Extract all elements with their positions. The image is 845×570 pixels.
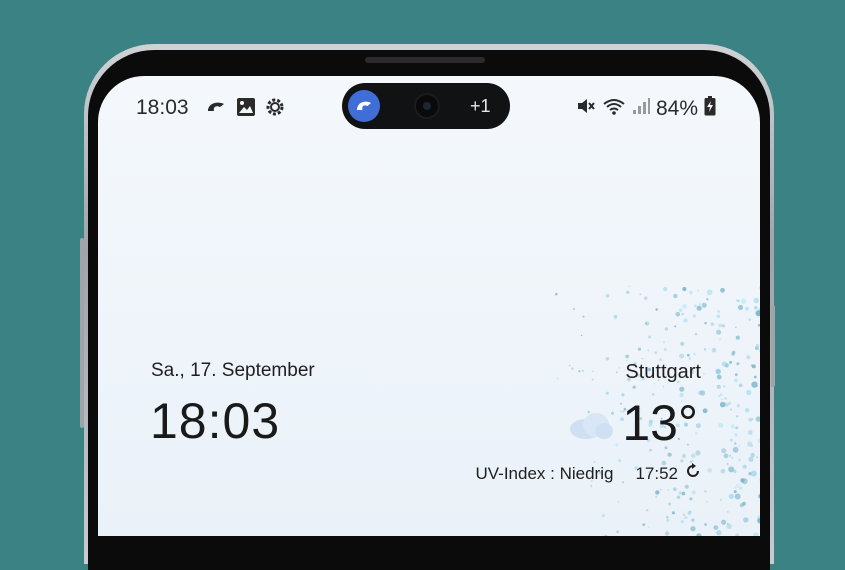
settings-gear-icon [264, 96, 286, 123]
earpiece-speaker [365, 57, 485, 63]
lockscreen-date: Sa., 17. September [151, 360, 315, 382]
battery-charging-icon [704, 96, 716, 121]
mute-icon [576, 96, 596, 121]
status-right-icons: 84% [576, 96, 716, 121]
uv-index: UV-Index : Niedrig [476, 464, 614, 484]
battery-percent: 84% [656, 97, 698, 121]
front-camera [414, 93, 440, 119]
gallery-icon [236, 97, 256, 122]
status-left-icons [204, 96, 286, 123]
wifi-icon [602, 96, 626, 121]
weather-updated-time: 17:52 [635, 464, 678, 484]
status-time: 18:03 [136, 96, 189, 120]
left-side-button [80, 238, 84, 428]
notification-count: +1 [470, 96, 491, 117]
weather-city[interactable]: Stuttgart [625, 361, 701, 384]
refresh-icon[interactable] [684, 462, 702, 485]
right-side-button [771, 305, 775, 387]
camera-pill[interactable]: +1 [342, 83, 510, 129]
swirl-app-icon[interactable] [348, 90, 380, 122]
lock-screen: 18:03 84% +1 Sa., 17. [98, 76, 760, 536]
signal-icon [632, 97, 650, 120]
lockscreen-clock: 18:03 [150, 392, 280, 450]
weather-widget[interactable]: 13° [568, 394, 698, 452]
weather-details: UV-Index : Niedrig 17:52 [476, 462, 703, 485]
cloud-icon [568, 410, 614, 445]
swirl-app-icon [204, 97, 228, 122]
weather-temperature: 13° [622, 394, 698, 452]
